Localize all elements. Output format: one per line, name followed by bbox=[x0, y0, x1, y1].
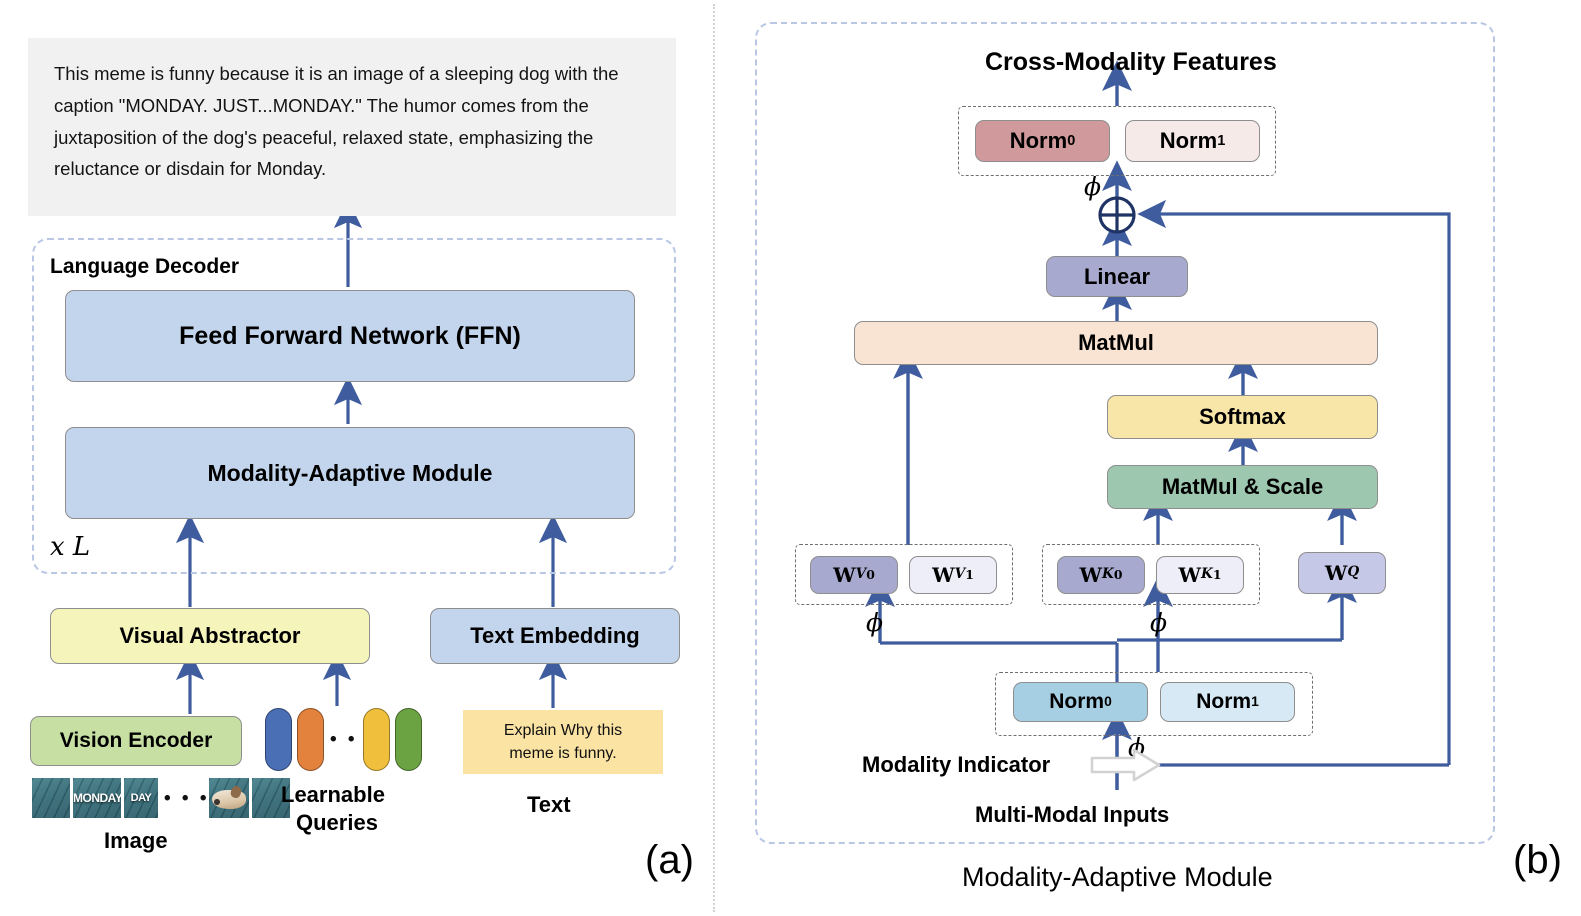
repeat-layers-label: x L bbox=[50, 532, 91, 562]
figure-root: This meme is funny because it is an imag… bbox=[0, 0, 1581, 916]
norm0-input-label: Norm bbox=[1049, 689, 1105, 713]
learnable-query-pill[interactable] bbox=[265, 708, 292, 771]
learnable-queries-label-line2: Queries bbox=[296, 810, 378, 835]
w-k1-superscript: K bbox=[1201, 566, 1213, 583]
w-k0-box[interactable]: WK0 bbox=[1057, 556, 1145, 594]
norm1-input-subscript: 1 bbox=[1251, 693, 1259, 710]
text-prompt-box[interactable]: Explain Why this meme is funny. bbox=[463, 710, 663, 774]
w-v1-label: W bbox=[932, 562, 955, 587]
panel-b-title: Modality-Adaptive Module bbox=[962, 862, 1273, 892]
norm1-input-box[interactable]: Norm 1 bbox=[1160, 682, 1295, 722]
norm0-output-box[interactable]: Norm 0 bbox=[975, 120, 1110, 162]
matmul-scale-block[interactable]: MatMul & Scale bbox=[1107, 465, 1378, 509]
norm1-output-subscript: 1 bbox=[1217, 132, 1226, 149]
w-v0-box[interactable]: WV0 bbox=[810, 556, 898, 594]
thumbnail-caption-text: MONDAY bbox=[73, 791, 121, 805]
thumbnail-texture bbox=[32, 778, 70, 818]
phi-symbol-wk: ϕ bbox=[1150, 608, 1168, 637]
thumbnail-ellipsis: • • • bbox=[164, 788, 210, 809]
text-label: Text bbox=[527, 792, 571, 817]
norm1-output-box[interactable]: Norm 1 bbox=[1125, 120, 1260, 162]
prompt-line2: meme is funny. bbox=[509, 745, 617, 762]
phi-symbol-output: ϕ bbox=[1084, 172, 1102, 201]
norm1-output-label: Norm bbox=[1159, 128, 1218, 154]
multimodal-inputs-label: Multi-Modal Inputs bbox=[975, 802, 1170, 827]
cross-modality-features-label: Cross-Modality Features bbox=[985, 48, 1277, 76]
language-decoder-panel bbox=[32, 238, 676, 574]
matmul-block[interactable]: MatMul bbox=[854, 321, 1378, 365]
image-label: Image bbox=[104, 828, 168, 853]
learnable-query-pill[interactable] bbox=[395, 708, 422, 771]
panel-divider bbox=[713, 4, 715, 912]
w-q-box[interactable]: WQ bbox=[1298, 552, 1386, 594]
learnable-query-pill[interactable] bbox=[297, 708, 324, 771]
w-v1-subscript: 1 bbox=[965, 566, 974, 582]
image-thumbnail[interactable] bbox=[32, 778, 70, 818]
ffn-block[interactable]: Feed Forward Network (FFN) bbox=[65, 290, 635, 382]
prompt-line1: Explain Why this bbox=[503, 721, 623, 739]
w-k0-subscript: 0 bbox=[1113, 566, 1123, 582]
norm0-output-subscript: 0 bbox=[1067, 132, 1076, 149]
softmax-block[interactable]: Softmax bbox=[1107, 395, 1378, 439]
w-v0-subscript: 0 bbox=[866, 566, 875, 582]
image-thumbnail-dog[interactable] bbox=[209, 778, 249, 818]
linear-block[interactable]: Linear bbox=[1046, 256, 1188, 297]
norm0-input-subscript: 0 bbox=[1104, 693, 1112, 710]
modality-indicator-label: Modality Indicator bbox=[862, 752, 1051, 777]
norm0-input-box[interactable]: Norm 0 bbox=[1013, 682, 1148, 722]
w-q-superscript: Q bbox=[1347, 564, 1360, 581]
w-v0-superscript: V bbox=[855, 566, 867, 583]
text-prompt-content: Explain Why this meme is funny. bbox=[504, 719, 622, 765]
w-v1-box[interactable]: WV1 bbox=[909, 556, 997, 594]
panel-b-caption: (b) bbox=[1513, 838, 1562, 882]
w-q-label: W bbox=[1324, 560, 1348, 585]
language-decoder-title: Language Decoder bbox=[50, 255, 240, 278]
visual-abstractor-block[interactable]: Visual Abstractor bbox=[50, 608, 370, 664]
phi-symbol-wv: ϕ bbox=[866, 608, 884, 637]
image-thumbnail[interactable]: MONDAY bbox=[73, 778, 121, 818]
w-k1-subscript: 1 bbox=[1212, 566, 1222, 582]
norm1-input-label: Norm bbox=[1196, 689, 1252, 713]
w-v0-label: W bbox=[833, 562, 856, 587]
text-embedding-block[interactable]: Text Embedding bbox=[430, 608, 680, 664]
w-k0-superscript: K bbox=[1102, 566, 1114, 583]
panel-a-caption: (a) bbox=[645, 838, 694, 882]
w-k0-label: W bbox=[1079, 562, 1102, 587]
learnable-queries-label-line1: Learnable bbox=[281, 782, 385, 807]
w-v1-superscript: V bbox=[954, 566, 966, 583]
w-k1-box[interactable]: WK1 bbox=[1156, 556, 1244, 594]
modality-adaptive-module-block[interactable]: Modality-Adaptive Module bbox=[65, 427, 635, 519]
model-answer-text: This meme is funny because it is an imag… bbox=[28, 38, 676, 216]
norm0-output-label: Norm bbox=[1009, 128, 1068, 154]
learnable-query-pill[interactable] bbox=[363, 708, 390, 771]
image-thumbnail[interactable]: DAY bbox=[124, 778, 158, 818]
vision-encoder-block[interactable]: Vision Encoder bbox=[30, 716, 242, 766]
w-k1-label: W bbox=[1178, 562, 1201, 587]
thumbnail-caption-text: DAY bbox=[130, 792, 152, 804]
modality-indicator-arrow-icon bbox=[1090, 748, 1161, 782]
